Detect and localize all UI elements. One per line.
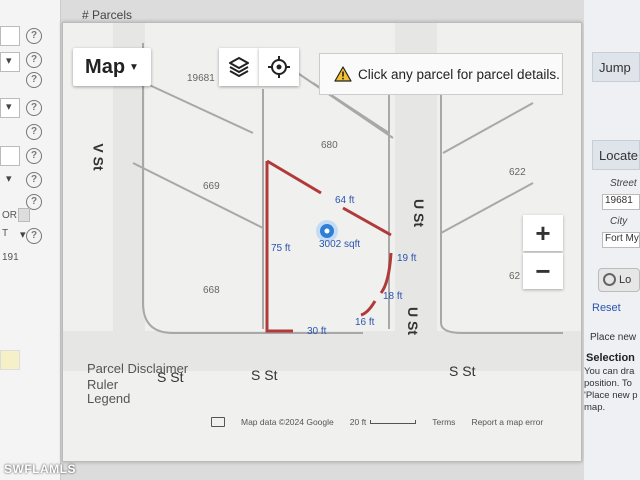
measurement-label: 64 ft (335, 195, 355, 206)
street-label: U St (411, 199, 427, 227)
help-icon[interactable]: ? (26, 228, 42, 244)
measurement-label: 75 ft (271, 243, 291, 254)
left-text-191: 191 (2, 252, 19, 263)
chevron-down-icon: ▾ (6, 55, 12, 67)
left-checkbox[interactable] (18, 208, 30, 222)
street-label: V St (90, 143, 107, 171)
scale-label: 20 ft (349, 417, 367, 427)
parcel-number: 62 (509, 271, 521, 282)
parcel-notice: Click any parcel for parcel details. (319, 53, 563, 95)
selection-line: You can dra (584, 366, 635, 377)
help-icon[interactable]: ? (26, 52, 42, 68)
left-input-2[interactable] (0, 146, 20, 166)
help-icon[interactable]: ? (26, 28, 42, 44)
city-field-label: City (610, 216, 628, 227)
parcel-number: 668 (203, 285, 220, 296)
street-label: U St (405, 307, 421, 335)
reset-link[interactable]: Reset (592, 302, 621, 314)
map-view[interactable]: 19681 680 669 668 622 62 64 ft 75 ft 300… (62, 22, 582, 462)
city-input[interactable]: Fort My (602, 232, 640, 248)
map-data-text: Map data ©2024 Google (241, 417, 334, 427)
legend-link[interactable]: Legend (87, 391, 130, 406)
locate-button-label: Lo (619, 274, 632, 286)
map-type-button[interactable]: Map ▼ (73, 48, 151, 86)
selection-line: position. To (584, 378, 632, 389)
terms-link[interactable]: Terms (432, 417, 455, 427)
parcel-disclaimer-link[interactable]: Parcel Disclaimer (87, 361, 188, 376)
selection-line: map. (584, 402, 606, 413)
warning-icon (334, 66, 352, 82)
keyboard-icon[interactable] (211, 417, 225, 427)
notice-text: Click any parcel for parcel details. (358, 66, 560, 82)
chevron-down-icon: ▾ (20, 229, 26, 241)
report-error-link[interactable]: Report a map error (471, 417, 543, 427)
parcels-label: # Parcels (82, 8, 133, 22)
street-label: S St (251, 367, 278, 383)
map-attribution: Map data ©2024 Google 20 ft Terms Report… (211, 417, 543, 427)
measurement-label: 19 ft (397, 253, 417, 264)
parcel-number: 622 (509, 167, 526, 178)
watermark: SWFLAMLS (4, 462, 76, 476)
scale-bar[interactable]: 20 ft (350, 417, 417, 427)
search-icon (603, 273, 616, 286)
selection-title: Selection (586, 352, 635, 364)
left-highlight-field[interactable] (0, 350, 20, 370)
locate-button[interactable]: Lo (598, 268, 640, 292)
parcel-number: 669 (203, 181, 220, 192)
help-icon[interactable]: ? (26, 148, 42, 164)
street-label: S St (449, 363, 476, 379)
left-text-t: T (2, 228, 9, 239)
my-location-button[interactable] (259, 48, 299, 86)
scale-line (370, 420, 417, 424)
help-icon[interactable]: ? (26, 124, 42, 140)
left-input-1[interactable] (0, 26, 20, 46)
locate-header[interactable]: Locate (592, 140, 640, 170)
map-type-label: Map (85, 55, 126, 78)
right-panel: Jump Locate Street 19681 City Fort My Lo… (584, 0, 640, 480)
parcel-number: 19681 (187, 73, 215, 84)
parcel-number: 680 (321, 140, 338, 151)
layers-icon (229, 57, 249, 77)
zoom-in-button[interactable]: + (523, 215, 563, 251)
help-icon[interactable]: ? (26, 172, 42, 188)
chevron-down-icon: ▾ (6, 101, 12, 113)
area-label: 3002 sqft (319, 239, 361, 250)
measurement-label: 16 ft (355, 317, 375, 328)
measurement-label: 18 ft (383, 291, 403, 302)
street-input[interactable]: 19681 (602, 194, 640, 210)
ruler-link[interactable]: Ruler (87, 377, 118, 392)
place-new-label: Place new (590, 332, 637, 343)
measurement-label: 30 ft (307, 326, 327, 337)
caret-down-icon: ▼ (129, 61, 139, 73)
jump-header[interactable]: Jump (592, 52, 640, 82)
layers-button[interactable] (219, 48, 259, 86)
zoom-out-button[interactable]: − (523, 253, 563, 289)
selection-text: You can dra position. To 'Place new p ma… (584, 366, 638, 414)
street-field-label: Street (610, 178, 637, 189)
chevron-down-icon: ▾ (6, 173, 12, 185)
left-text-or: OR (2, 210, 17, 221)
help-icon[interactable]: ? (26, 100, 42, 116)
selection-line: 'Place new p (584, 390, 638, 401)
help-icon[interactable]: ? (26, 72, 42, 88)
crosshair-icon (268, 56, 290, 78)
left-panel: ? ▾ ? ? ▾ ? ? ? ▾ ? ? OR T ▾ ? 191 (0, 0, 61, 480)
